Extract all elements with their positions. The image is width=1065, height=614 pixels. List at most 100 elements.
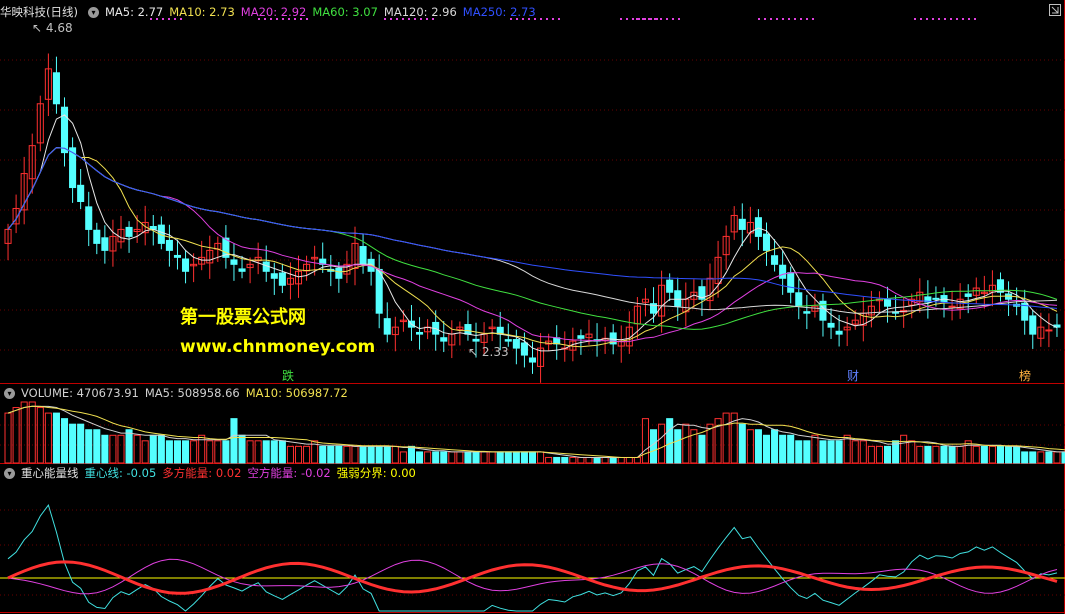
volume-bar (4, 412, 12, 464)
signal-dot (788, 18, 790, 20)
signal-dot (812, 18, 814, 20)
watermark-url: www.chnmoney.com (180, 337, 376, 357)
signal-dot (974, 18, 976, 20)
candle-body (835, 330, 843, 335)
ma-legend-0: MA5: 2.77 (104, 5, 164, 19)
candle-body (738, 218, 746, 230)
signal-dot (552, 18, 554, 20)
event-marker-die[interactable]: 跌 (280, 369, 296, 383)
volume-bar (319, 445, 327, 464)
settings-icon[interactable]: ▾ (87, 7, 99, 18)
signal-dot (648, 18, 650, 20)
ma60-line (7, 147, 1058, 330)
volume-bar (391, 445, 399, 464)
volume-bar (432, 451, 440, 464)
ma-legend-3: MA60: 3.07 (312, 5, 378, 19)
candle-body (577, 335, 585, 339)
candle-body (762, 233, 771, 251)
volume-bar (561, 456, 569, 464)
volume-bar (343, 445, 351, 464)
volume-bar (36, 407, 44, 464)
volume-bar (754, 429, 762, 464)
symbol-title[interactable]: 华映科技(日线) (0, 5, 78, 19)
volume-bar (625, 456, 633, 464)
signal-dot (926, 18, 928, 20)
signal-dot (636, 18, 638, 20)
volume-bar (867, 445, 875, 464)
volume-bar (182, 440, 190, 464)
candle-body (771, 255, 779, 265)
signal-dot (666, 18, 668, 20)
signal-dot (932, 18, 934, 20)
volume-bar (916, 445, 924, 464)
volume-bar (262, 440, 270, 464)
volume-bar (125, 429, 133, 464)
volume-bar (658, 423, 666, 464)
ma-legend-2: MA20: 2.92 (240, 5, 307, 19)
volume-bar (1029, 451, 1037, 464)
signal-dot (920, 18, 922, 20)
signal-dot (950, 18, 952, 20)
signal-dot (794, 18, 796, 20)
ma-legend-1: MA10: 2.73 (169, 5, 235, 19)
volume-bar (157, 434, 165, 464)
signal-dot (672, 18, 674, 20)
volume-bar (609, 456, 617, 464)
signal-dot (806, 18, 808, 20)
candle-body (230, 259, 238, 265)
volume-bar (20, 401, 28, 464)
indicator-panel-header: ▾ 重心能量线 重心线: -0.05 多方能量: 0.02 空方能量: -0.02 强弱分… (0, 465, 428, 481)
volume-bar (303, 445, 311, 464)
candle-body (948, 305, 956, 308)
signal-dot (782, 18, 784, 20)
candle-body (795, 292, 803, 307)
volume-bar (682, 423, 690, 464)
candle-body (440, 337, 448, 342)
volume-bar (109, 434, 117, 464)
ma-legend-5: MA250: 2.73 (462, 5, 536, 19)
candle-body (528, 357, 537, 363)
volume-bar (843, 434, 851, 464)
volume-bar (811, 434, 819, 464)
candle-body (754, 217, 762, 237)
expand-icon[interactable] (1049, 4, 1061, 16)
volume-bar (85, 429, 93, 464)
volume-bar (351, 445, 359, 464)
candle-body (335, 267, 343, 279)
signal-dot (764, 18, 766, 20)
volume-bar (900, 434, 908, 464)
candle-body (85, 206, 93, 230)
signal-dot (800, 18, 802, 20)
volume-bar (472, 451, 480, 464)
volume-bar (569, 456, 577, 464)
event-marker-cai[interactable]: 财 (845, 369, 861, 383)
volume-bar (69, 423, 77, 464)
volume-bar (190, 440, 198, 464)
volume-bar (1021, 451, 1029, 464)
settings-icon[interactable]: ▾ (4, 388, 15, 399)
volume-bar (996, 445, 1005, 464)
volume-bar (335, 445, 343, 464)
volume-bar (254, 440, 262, 464)
candle-body (779, 264, 787, 279)
volume-bar (956, 445, 964, 464)
volume-bar (496, 451, 504, 464)
volume-bar (746, 429, 754, 464)
volume-bar (851, 440, 859, 464)
event-marker-bang[interactable]: 榜 (1017, 369, 1033, 383)
indicator-legend-3: 强弱分界: 0.00 (336, 466, 416, 480)
candle-body (666, 279, 674, 293)
candle-body (1029, 315, 1037, 335)
volume-bar (787, 434, 795, 464)
volume-bar (738, 423, 746, 464)
volume-bar (133, 434, 141, 464)
volume-bar (456, 451, 464, 464)
signal-dot (626, 18, 628, 20)
volume-bar (294, 445, 303, 464)
signal-dot (914, 18, 916, 20)
indicator-name[interactable]: 重心能量线 (21, 466, 79, 480)
ma250-line (7, 147, 1058, 309)
volume-bar (972, 445, 980, 464)
candle-body (173, 254, 182, 258)
settings-icon[interactable]: ▾ (4, 468, 15, 479)
